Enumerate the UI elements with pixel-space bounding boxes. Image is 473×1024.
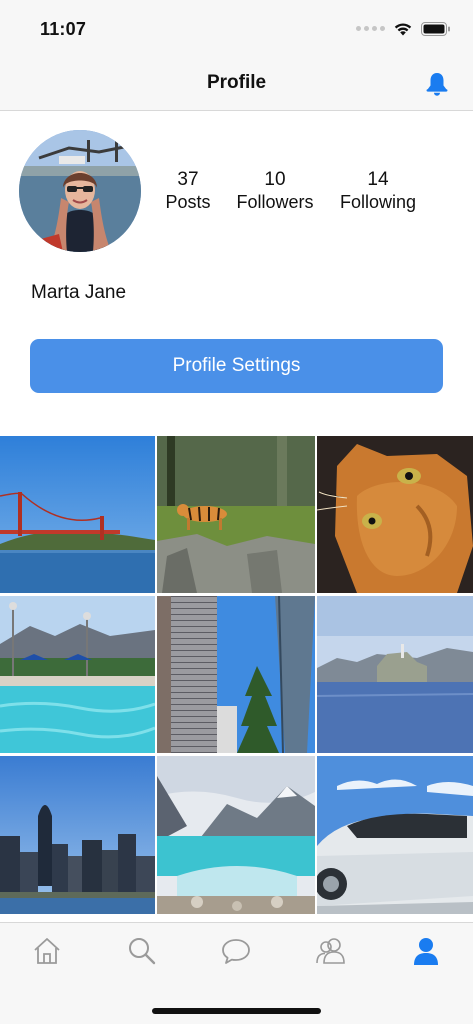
page-title: Profile	[206, 72, 267, 93]
photo-orange-cat[interactable]	[317, 436, 473, 593]
photo-grid	[0, 436, 473, 914]
photo-mountain-lake[interactable]	[157, 756, 315, 914]
search-icon	[129, 938, 156, 965]
tab-people[interactable]	[311, 931, 351, 971]
status-time: 11:07	[40, 19, 87, 39]
photo-city-skyline[interactable]	[0, 756, 155, 914]
followers-count: 10	[264, 169, 286, 190]
posts-count: 37	[177, 169, 199, 190]
chat-bubble-icon	[222, 939, 250, 964]
tab-home[interactable]	[27, 931, 67, 971]
posts-label: Posts	[165, 192, 211, 212]
posts-stat[interactable]: 37 Posts	[158, 168, 218, 214]
tab-search[interactable]	[122, 931, 162, 971]
bell-icon	[426, 73, 448, 96]
navigation-bar: Profile	[0, 58, 473, 111]
avatar[interactable]	[19, 130, 141, 252]
person-icon	[414, 938, 438, 965]
status-indicators	[356, 21, 451, 36]
photo-alcatraz-bay[interactable]	[317, 596, 473, 753]
photo-skyscraper-trees[interactable]	[157, 596, 315, 753]
home-indicator	[152, 1008, 321, 1014]
photo-tiger-zoo[interactable]	[157, 436, 315, 593]
notifications-button[interactable]	[423, 70, 451, 98]
home-icon	[34, 938, 60, 964]
status-bar: 11:07	[0, 0, 473, 58]
battery-icon	[421, 21, 450, 36]
people-icon	[316, 938, 345, 964]
following-label: Following	[339, 192, 417, 212]
photo-pool-mountains[interactable]	[0, 596, 155, 753]
tab-chat[interactable]	[216, 931, 256, 971]
tab-profile[interactable]	[406, 931, 446, 971]
wifi-icon	[394, 23, 412, 36]
photo-white-car[interactable]	[317, 756, 473, 914]
followers-stat[interactable]: 10 Followers	[228, 168, 322, 214]
following-stat[interactable]: 14 Following	[332, 168, 424, 214]
cellular-signal-icon	[356, 26, 385, 31]
profile-name: Marta Jane	[31, 282, 127, 303]
profile-settings-button[interactable]: Profile Settings	[30, 339, 443, 393]
following-count: 14	[367, 169, 389, 190]
photo-golden-gate-bridge[interactable]	[0, 436, 155, 593]
followers-label: Followers	[236, 192, 314, 212]
